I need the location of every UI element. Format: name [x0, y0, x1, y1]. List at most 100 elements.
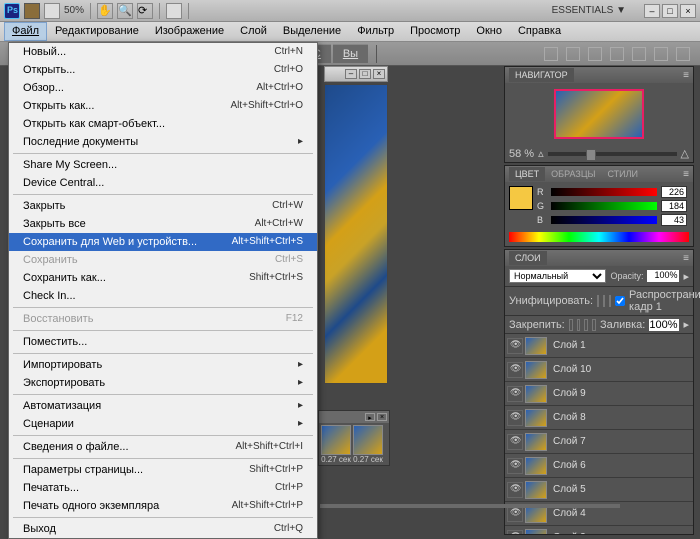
menu-item[interactable]: Сведения о файле...Alt+Shift+Ctrl+I: [9, 438, 317, 456]
menu-edit[interactable]: Редактирование: [47, 22, 147, 41]
menu-item[interactable]: Открыть...Ctrl+O: [9, 61, 317, 79]
unify-icon[interactable]: [603, 295, 605, 307]
layers-tab[interactable]: СЛОИ: [509, 251, 547, 265]
layer-row[interactable]: Слой 10: [505, 358, 693, 382]
panel-menu-icon[interactable]: ≡: [683, 169, 689, 180]
opt-icon[interactable]: [566, 47, 580, 61]
menu-item[interactable]: Сохранить как...Shift+Ctrl+S: [9, 269, 317, 287]
layer-thumbnail[interactable]: [525, 433, 547, 451]
visibility-toggle[interactable]: [507, 482, 523, 498]
opt-tab[interactable]: Вы: [333, 44, 368, 63]
layer-row[interactable]: Слой 7: [505, 430, 693, 454]
layer-thumbnail[interactable]: [525, 385, 547, 403]
unify-icon[interactable]: [597, 295, 599, 307]
propagate-checkbox[interactable]: [615, 296, 625, 306]
blend-mode-select[interactable]: Нормальный: [509, 269, 606, 283]
animation-frame[interactable]: 0.27 сек: [353, 425, 383, 464]
screen-mode-icon[interactable]: [166, 3, 182, 19]
fill-flyout-icon[interactable]: ▸: [683, 318, 689, 331]
doc-close-button[interactable]: ×: [373, 69, 385, 79]
menu-view[interactable]: Просмотр: [402, 22, 468, 41]
doc-maximize-button[interactable]: □: [359, 69, 371, 79]
menu-item[interactable]: Сохранить для Web и устройств...Alt+Shif…: [9, 233, 317, 251]
opt-icon[interactable]: [654, 47, 668, 61]
menu-item[interactable]: ВыходCtrl+Q: [9, 520, 317, 538]
unify-icon[interactable]: [609, 295, 611, 307]
lock-pixels-icon[interactable]: [577, 319, 581, 331]
layer-name[interactable]: Слой 5: [553, 484, 586, 495]
styles-tab[interactable]: СТИЛИ: [601, 167, 644, 181]
layer-row[interactable]: Слой 5: [505, 478, 693, 502]
menu-item[interactable]: Параметры страницы...Shift+Ctrl+P: [9, 461, 317, 479]
workspace-switcher[interactable]: ESSENTIALS ▼: [546, 3, 632, 18]
lock-transparency-icon[interactable]: [569, 319, 573, 331]
layer-thumbnail[interactable]: [525, 481, 547, 499]
opacity-value[interactable]: 100%: [647, 270, 679, 282]
visibility-toggle[interactable]: [507, 434, 523, 450]
menu-help[interactable]: Справка: [510, 22, 569, 41]
blue-slider[interactable]: [551, 216, 657, 224]
menu-item[interactable]: Печать одного экземпляраAlt+Shift+Ctrl+P: [9, 497, 317, 515]
anim-close-icon[interactable]: ×: [377, 413, 387, 421]
green-slider[interactable]: [551, 202, 657, 210]
menu-item[interactable]: Сценарии▸: [9, 415, 317, 433]
layer-name[interactable]: Слой 9: [553, 388, 586, 399]
layer-row[interactable]: Слой 9: [505, 382, 693, 406]
layer-thumbnail[interactable]: [525, 457, 547, 475]
menu-layer[interactable]: Слой: [232, 22, 275, 41]
menu-item[interactable]: Открыть как смарт-объект...: [9, 115, 317, 133]
zoom-icon[interactable]: 🔍: [117, 3, 133, 19]
menu-item[interactable]: ЗакрытьCtrl+W: [9, 197, 317, 215]
opacity-flyout-icon[interactable]: ▸: [683, 270, 689, 283]
navigator-zoom-slider[interactable]: [548, 152, 677, 156]
menu-item[interactable]: Импортировать▸: [9, 356, 317, 374]
green-value[interactable]: 184: [661, 200, 687, 212]
doc-minimize-button[interactable]: –: [345, 69, 357, 79]
anim-collapse-icon[interactable]: ▸: [365, 413, 375, 421]
visibility-toggle[interactable]: [507, 410, 523, 426]
zoom-in-icon[interactable]: △: [681, 147, 689, 160]
menu-item[interactable]: Открыть как...Alt+Shift+Ctrl+O: [9, 97, 317, 115]
menu-item[interactable]: Check In...: [9, 287, 317, 305]
layer-name[interactable]: Слой 6: [553, 460, 586, 471]
layer-name[interactable]: Слой 8: [553, 412, 586, 423]
visibility-toggle[interactable]: [507, 386, 523, 402]
menu-select[interactable]: Выделение: [275, 22, 349, 41]
menu-window[interactable]: Окно: [468, 22, 510, 41]
navigator-thumbnail[interactable]: [554, 89, 644, 139]
visibility-toggle[interactable]: [507, 338, 523, 354]
animation-frame[interactable]: 0.27 сек: [321, 425, 351, 464]
menu-item[interactable]: Поместить...: [9, 333, 317, 351]
opt-icon[interactable]: [676, 47, 690, 61]
layer-thumbnail[interactable]: [525, 529, 547, 535]
layer-row[interactable]: Слой 6: [505, 454, 693, 478]
maximize-button[interactable]: □: [662, 4, 678, 18]
navigator-tab[interactable]: НАВИГАТОР: [509, 68, 574, 82]
menu-item[interactable]: Device Central...: [9, 174, 317, 192]
navigator-zoom-value[interactable]: 58 %: [509, 148, 534, 160]
layer-name[interactable]: Слой 7: [553, 436, 586, 447]
layer-row[interactable]: Слой 1: [505, 334, 693, 358]
foreground-color-swatch[interactable]: [509, 186, 533, 210]
color-tab[interactable]: ЦВЕТ: [509, 167, 545, 181]
opt-icon[interactable]: [632, 47, 646, 61]
layer-name[interactable]: Слой 3: [553, 532, 586, 534]
opt-icon[interactable]: [588, 47, 602, 61]
document-canvas[interactable]: [324, 84, 388, 384]
hand-icon[interactable]: ✋: [97, 3, 113, 19]
red-slider[interactable]: [551, 188, 657, 196]
bridge-icon[interactable]: [24, 3, 40, 19]
layer-name[interactable]: Слой 1: [553, 340, 586, 351]
lock-all-icon[interactable]: [592, 319, 596, 331]
panel-menu-icon[interactable]: ≡: [683, 253, 689, 264]
menu-item[interactable]: Последние документы▸: [9, 133, 317, 151]
visibility-toggle[interactable]: [507, 530, 523, 535]
close-button[interactable]: ×: [680, 4, 696, 18]
panel-menu-icon[interactable]: ≡: [683, 70, 689, 81]
menu-item[interactable]: Новый...Ctrl+N: [9, 43, 317, 61]
zoom-out-icon[interactable]: ▵: [538, 147, 544, 160]
fill-value[interactable]: 100%: [649, 319, 679, 331]
layer-thumbnail[interactable]: [525, 337, 547, 355]
layout-icon[interactable]: [44, 3, 60, 19]
rotate-icon[interactable]: ⟳: [137, 3, 153, 19]
